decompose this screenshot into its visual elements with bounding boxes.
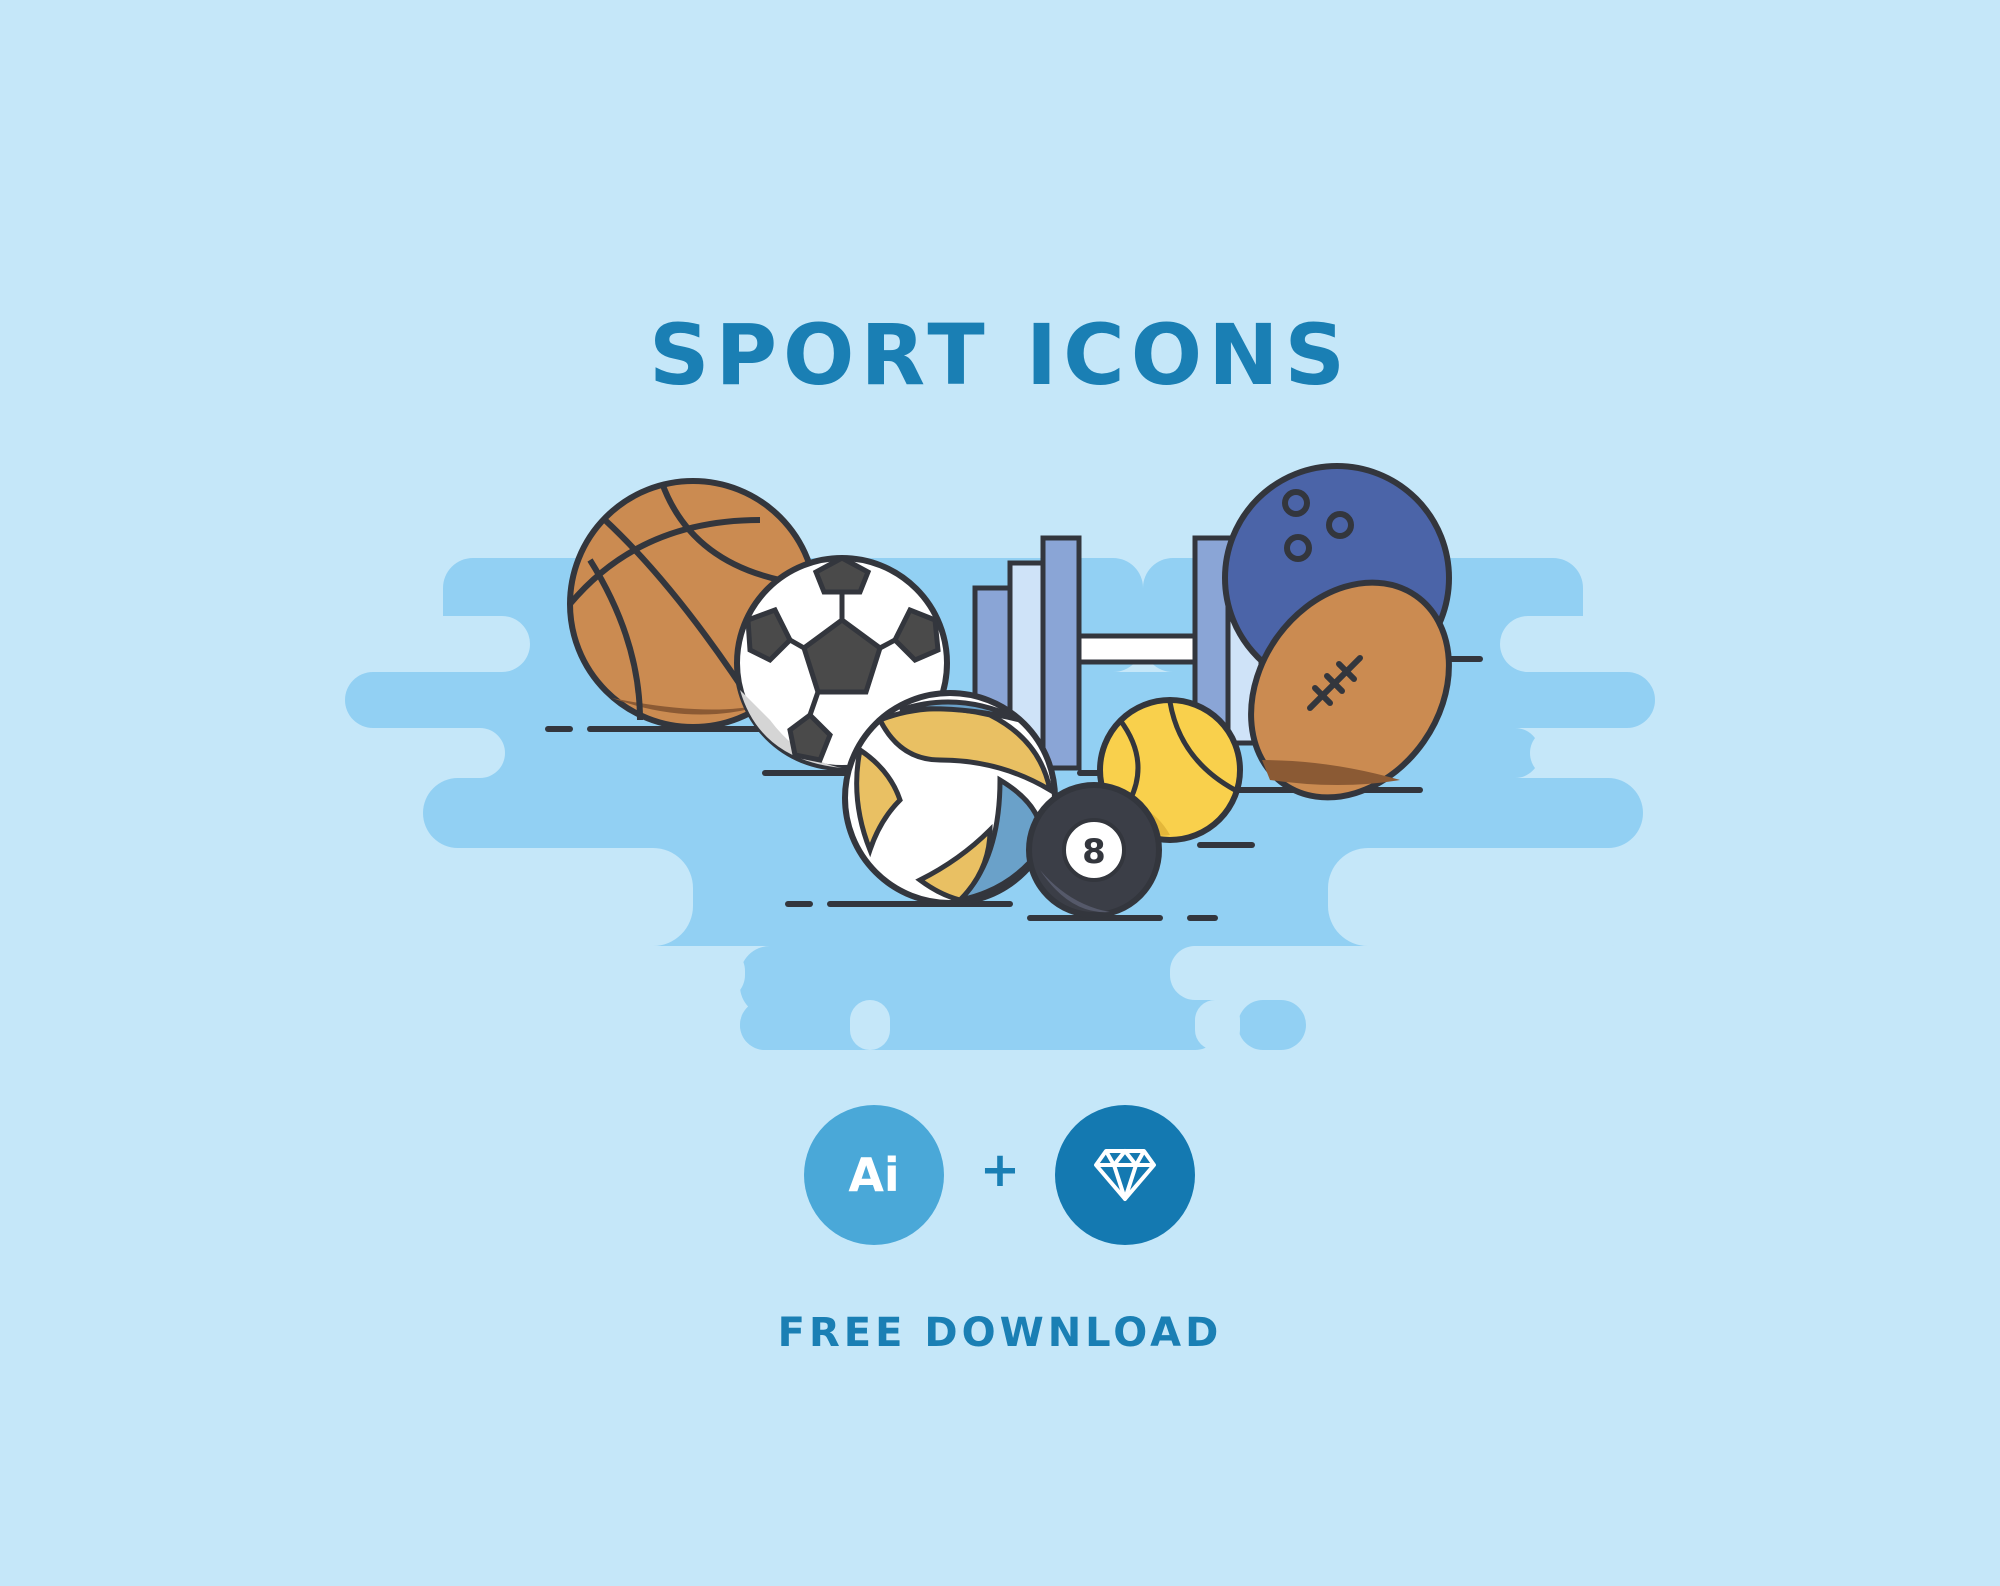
- splash-pill: [740, 1000, 850, 1050]
- billiard-number: 8: [1082, 832, 1106, 872]
- ai-format-badge: Ai: [804, 1105, 944, 1245]
- billiard-ball-icon: 8: [1026, 782, 1162, 918]
- free-download-label[interactable]: FREE DOWNLOAD: [0, 1308, 2000, 1358]
- plus-separator: +: [979, 1142, 1021, 1198]
- ai-format-label: Ai: [848, 1148, 900, 1202]
- sketch-format-badge: [1055, 1105, 1195, 1245]
- diamond-icon: [1094, 1149, 1156, 1201]
- volleyball-icon: [842, 690, 1058, 906]
- page: SPORT ICONS 8 Ai + FREE DOWNLOAD: [0, 0, 2000, 1586]
